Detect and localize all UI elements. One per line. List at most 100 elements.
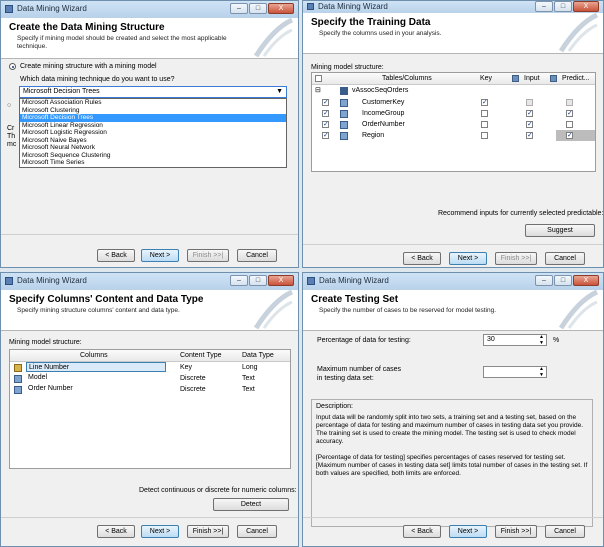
technique-options-list[interactable]: Microsoft Association Rules Microsoft Clu… [19, 98, 287, 168]
title-bar-row[interactable]: Data Mining Wizard – □ X [303, 1, 603, 13]
data-type-cell[interactable]: Text [242, 375, 255, 382]
maximize-button[interactable]: □ [249, 3, 267, 14]
select-all-checkbox[interactable] [315, 75, 322, 82]
percentage-value: 30 [487, 336, 495, 343]
close-button[interactable]: X [573, 275, 599, 286]
include-checkbox[interactable]: ✓ [322, 110, 329, 117]
input-checkbox[interactable]: ✓ [526, 121, 533, 128]
data-type-cell[interactable]: Text [242, 386, 255, 393]
input-checkbox[interactable]: ✓ [526, 132, 533, 139]
content-type-cell[interactable]: Discrete [180, 375, 206, 382]
predict-all-checkbox[interactable] [550, 75, 557, 82]
table-row[interactable]: Model Discrete Text [10, 373, 290, 384]
chevron-down-icon[interactable]: ▼ [276, 87, 283, 97]
content-type-cell[interactable]: Discrete [180, 386, 206, 393]
cancel-button[interactable]: Cancel [545, 252, 585, 265]
minimize-button[interactable]: – [535, 1, 553, 12]
table-row[interactable]: ✓ IncomeGroup ✓ ✓ [312, 108, 595, 119]
title-bar[interactable]: Data Mining Wizard – □ X [1, 1, 298, 19]
percentage-input[interactable]: 30 ▲ ▼ [483, 334, 547, 346]
key-checkbox[interactable] [481, 132, 488, 139]
content-type-cell[interactable]: Key [180, 364, 192, 371]
next-button[interactable]: Next > [141, 525, 179, 538]
include-checkbox[interactable]: ✓ [322, 99, 329, 106]
hidden-radio-glimpse: ○ [7, 102, 12, 109]
col-data-type: Data Type [242, 352, 274, 359]
technique-option[interactable]: Microsoft Decision Trees [20, 114, 286, 122]
technique-option[interactable]: Microsoft Neural Network [20, 144, 286, 152]
predict-checkbox[interactable] [566, 99, 573, 106]
predict-checkbox[interactable]: ✓ [566, 132, 573, 139]
spinner-icon[interactable]: ▲ ▼ [539, 366, 544, 378]
radio-create-structure[interactable] [9, 63, 16, 70]
training-columns-grid[interactable]: Tables/Columns Key Input Predict... ⊟ vA… [311, 72, 596, 172]
title-bar[interactable]: Data Mining Wizard – □ X [303, 273, 603, 291]
key-checkbox[interactable] [481, 121, 488, 128]
table-row[interactable]: ⊟ vAssocSeqOrders [312, 85, 595, 96]
back-button[interactable]: < Back [97, 525, 135, 538]
back-button[interactable]: < Back [97, 249, 135, 262]
key-checkbox[interactable]: ✓ [481, 99, 488, 106]
table-row[interactable]: ✓ CustomerKey ✓ [312, 97, 595, 108]
include-checkbox[interactable]: ✓ [322, 132, 329, 139]
input-all-checkbox[interactable] [512, 75, 519, 82]
finish-button[interactable]: Finish >>| [495, 252, 537, 265]
close-button[interactable]: X [573, 1, 599, 12]
technique-dropdown[interactable]: Microsoft Decision Trees ▼ [19, 86, 287, 98]
key-checkbox[interactable] [481, 110, 488, 117]
detect-button[interactable]: Detect [213, 498, 289, 511]
technique-option[interactable]: Microsoft Clustering [20, 107, 286, 115]
column-name: IncomeGroup [362, 110, 405, 117]
suggest-button[interactable]: Suggest [525, 224, 595, 237]
predict-checkbox[interactable]: ✓ [566, 110, 573, 117]
technique-option[interactable]: Microsoft Linear Regression [20, 122, 286, 130]
finish-button[interactable]: Finish >>| [187, 249, 229, 262]
finish-button[interactable]: Finish >>| [187, 525, 229, 538]
maximize-button[interactable]: □ [249, 275, 267, 286]
minimize-button[interactable]: – [230, 3, 248, 14]
back-button[interactable]: < Back [403, 525, 441, 538]
title-bar[interactable]: Data Mining Wizard – □ X [1, 273, 298, 291]
max-cases-label-line1: Maximum number of cases [317, 366, 402, 373]
input-checkbox[interactable] [526, 99, 533, 106]
selected-cell-highlight [556, 130, 595, 141]
wizard-window-structure: Data Mining Wizard – □ X Create the Data… [0, 0, 299, 268]
table-row[interactable]: Line Number Key Long [10, 362, 290, 373]
technique-option[interactable]: Microsoft Sequence Clustering [20, 152, 286, 160]
maximize-button[interactable]: □ [554, 275, 572, 286]
minimize-button[interactable]: – [230, 275, 248, 286]
technique-option[interactable]: Microsoft Association Rules [20, 99, 286, 107]
column-icon [340, 110, 348, 118]
wizard-app-icon [307, 277, 315, 285]
predict-checkbox[interactable] [566, 121, 573, 128]
description-box: Description: Input data will be randomly… [311, 399, 593, 527]
input-checkbox[interactable]: ✓ [526, 110, 533, 117]
content-type-grid[interactable]: Columns Content Type Data Type Line Numb… [9, 349, 291, 469]
next-button[interactable]: Next > [449, 525, 487, 538]
minimize-button[interactable]: – [535, 275, 553, 286]
cancel-button[interactable]: Cancel [237, 525, 277, 538]
include-checkbox[interactable]: ✓ [322, 121, 329, 128]
close-button[interactable]: X [268, 275, 294, 286]
finish-button[interactable]: Finish >>| [495, 525, 537, 538]
table-row[interactable]: Order Number Discrete Text [10, 384, 290, 395]
max-cases-input[interactable]: ▲ ▼ [483, 366, 547, 378]
table-row[interactable]: ✓ Region ✓ ✓ [312, 130, 595, 141]
table-row[interactable]: ✓ OrderNumber ✓ [312, 119, 595, 130]
next-button[interactable]: Next > [449, 252, 487, 265]
data-type-cell[interactable]: Long [242, 364, 258, 371]
back-button[interactable]: < Back [403, 252, 441, 265]
cancel-button[interactable]: Cancel [545, 525, 585, 538]
collapse-icon[interactable]: ⊟ [315, 86, 321, 94]
technique-option[interactable]: Microsoft Naive Bayes [20, 137, 286, 145]
detect-label: Detect continuous or discrete for numeri… [139, 487, 297, 494]
footer-divider [1, 517, 298, 518]
technique-option[interactable]: Microsoft Logistic Regression [20, 129, 286, 137]
maximize-button[interactable]: □ [554, 1, 572, 12]
cancel-button[interactable]: Cancel [237, 249, 277, 262]
column-icon [340, 99, 348, 107]
close-button[interactable]: X [268, 3, 294, 14]
next-button[interactable]: Next > [141, 249, 179, 262]
technique-option[interactable]: Microsoft Time Series [20, 159, 286, 167]
spinner-icon[interactable]: ▲ ▼ [539, 334, 544, 346]
